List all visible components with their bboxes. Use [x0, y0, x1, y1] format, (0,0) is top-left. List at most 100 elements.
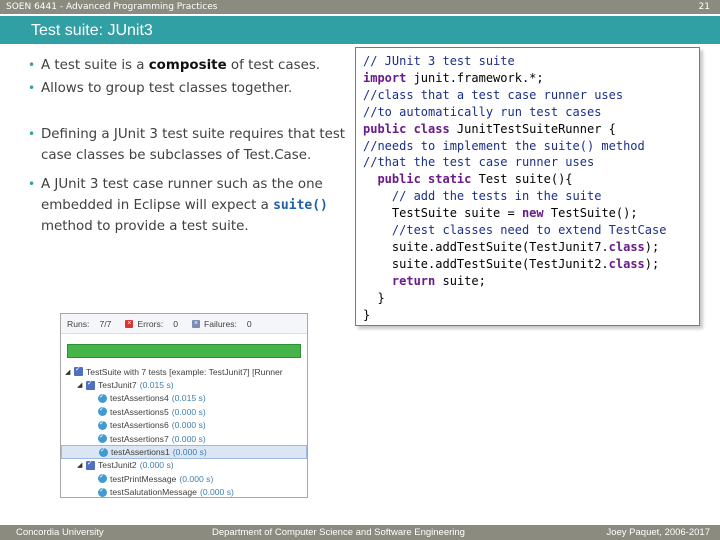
test-pass-icon: [98, 486, 107, 497]
test-duration: (0.000 s): [179, 473, 214, 484]
code-line: import junit.framework.*;: [363, 70, 699, 87]
test-pass-icon: [98, 419, 107, 430]
code-token: JunitTestSuiteRunner {: [449, 121, 616, 136]
composite-term: composite: [148, 58, 227, 73]
test-case-node[interactable]: testAssertions6(0.000 s): [61, 419, 307, 432]
code-token: new: [521, 206, 544, 221]
test-progress-bar: [67, 344, 301, 358]
code-line: }: [363, 307, 699, 324]
code-token: );: [644, 239, 660, 254]
test-name: testAssertions4: [110, 393, 169, 404]
test-case-node[interactable]: testAssertions5(0.000 s): [61, 405, 307, 418]
test-pass-icon: [98, 405, 107, 417]
slide-title: Test suite: JUnit3: [0, 16, 720, 44]
failure-icon: ×: [191, 319, 200, 328]
code-line: // add the tests in the suite: [363, 188, 699, 205]
code-line: TestSuite suite = new TestSuite();: [363, 205, 699, 222]
slide-number: 21: [698, 2, 710, 12]
test-suite-pass-icon: [74, 365, 83, 377]
test-suite-pass-icon: [86, 379, 95, 390]
code-token: //that the test case runner uses: [363, 155, 595, 170]
code-token: suite.addTestSuite(TestJunit7.: [391, 239, 609, 254]
code-token: //needs to implement the suite() method: [363, 138, 645, 153]
junit-stats-bar: Runs: 7/7 × Errors: 0 × Failures: 0: [61, 314, 307, 334]
expand-arrow-icon[interactable]: ◢: [77, 381, 84, 389]
test-case-node[interactable]: testAssertions1(0.000 s): [61, 445, 307, 459]
code-line: public static Test suite(){: [363, 171, 699, 188]
test-name: testAssertions7: [110, 433, 169, 444]
test-duration: (0.000 s): [172, 447, 207, 458]
code-token: class: [608, 256, 645, 271]
code-token: // JUnit 3 test suite: [363, 54, 515, 68]
junit-results-panel: Runs: 7/7 × Errors: 0 × Failures: 0 ◢Tes…: [60, 313, 308, 498]
error-icon: ×: [125, 319, 134, 328]
expand-arrow-icon[interactable]: ◢: [77, 461, 84, 469]
test-duration: (0.015 s): [139, 380, 174, 391]
code-token: }: [377, 290, 385, 305]
test-case-node[interactable]: testPrintMessage(0.000 s): [61, 472, 307, 485]
test-duration: (0.000 s): [171, 433, 206, 444]
code-token: //test classes need to extend TestCase: [391, 223, 667, 238]
test-name: testAssertions5: [110, 406, 169, 417]
course-title: SOEN 6441 - Advanced Programming Practic…: [6, 2, 218, 12]
failures-label: Failures:: [203, 318, 237, 329]
code-listing: // JUnit 3 test suite import junit.framew…: [355, 47, 700, 326]
test-case-node[interactable]: testAssertions4(0.015 s): [61, 392, 307, 405]
expand-arrow-icon[interactable]: ◢: [65, 368, 72, 376]
test-pass-icon: [98, 392, 107, 403]
failures-stat: × Failures: 0: [191, 318, 252, 329]
code-token: public static: [377, 172, 472, 187]
errors-label: Errors:: [137, 318, 164, 329]
test-case-node[interactable]: testSalutationMessage(0.000 s): [61, 486, 307, 499]
test-duration: (0.000 s): [171, 406, 206, 417]
errors-stat: × Errors: 0: [125, 319, 178, 329]
test-name: testSalutationMessage: [110, 487, 197, 498]
code-line: suite.addTestSuite(TestJunit7.class);: [363, 239, 699, 256]
test-suite-node[interactable]: ◢ TestJunit7(0.015 s): [61, 378, 307, 391]
code-token: //to automatically run test cases: [363, 104, 602, 119]
test-name: testPrintMessage: [110, 473, 177, 484]
code-token: import: [363, 70, 407, 85]
bullet-define-suite: Defining a JUnit 3 test suite requires t…: [28, 124, 346, 166]
code-line: suite.addTestSuite(TestJunit2.class);: [363, 256, 699, 273]
code-line: //to automatically run test cases: [363, 104, 699, 121]
test-name: TestSuite with 7 tests [example: TestJun…: [86, 366, 283, 377]
test-name: TestJunit2: [98, 460, 137, 471]
footer-university: Concordia University: [16, 527, 104, 538]
test-duration: (0.000 s): [199, 487, 234, 498]
suite-method-code: suite(): [273, 198, 328, 213]
bullet-composite: A test suite is a composite of test case…: [28, 55, 346, 76]
errors-value: 0: [173, 318, 178, 329]
code-token: class: [608, 239, 645, 254]
code-line: // JUnit 3 test suite: [363, 53, 699, 70]
code-token: suite;: [435, 273, 486, 288]
test-duration: (0.000 s): [139, 460, 174, 471]
test-case-node[interactable]: testAssertions7(0.000 s): [61, 432, 307, 445]
test-suite-node[interactable]: ◢ TestSuite with 7 tests [example: TestJu…: [61, 365, 307, 378]
code-token: Test suite(){: [471, 172, 573, 187]
code-token: public class: [363, 121, 450, 136]
code-line: //test classes need to extend TestCase: [363, 222, 699, 239]
runs-label: Runs:: [67, 318, 90, 329]
runs-value: 7/7: [99, 318, 112, 329]
test-tree: ◢TestSuite with 7 tests [example: TestJu…: [61, 365, 307, 499]
slide-header-bar: SOEN 6441 - Advanced Programming Practic…: [0, 0, 720, 14]
footer-author: Joey Paquet, 2006-2017: [606, 527, 710, 538]
test-duration: (0.000 s): [171, 420, 206, 431]
code-token: junit.framework.*;: [406, 70, 544, 85]
test-suite-node[interactable]: ◢ TestJunit2(0.000 s): [61, 459, 307, 472]
test-suite-pass-icon: [86, 459, 95, 470]
test-name: TestJunit7: [98, 380, 137, 391]
bullet-list: A test suite is a composite of test case…: [28, 55, 346, 239]
code-line: public class JunitTestSuiteRunner {: [363, 121, 699, 138]
code-line: //that the test case runner uses: [363, 154, 699, 171]
runs-stat: Runs: 7/7: [67, 319, 111, 329]
code-line: //needs to implement the suite() method: [363, 138, 699, 155]
code-token: //class that a test case runner uses: [363, 87, 624, 102]
code-token: suite.addTestSuite(TestJunit2.: [391, 256, 609, 271]
failures-value: 0: [246, 318, 252, 329]
code-line: return suite;: [363, 273, 699, 290]
test-name: testAssertions6: [110, 420, 169, 431]
bullet-test-runner: A JUnit 3 test case runner such as the o…: [28, 174, 346, 237]
bullet-group-classes: Allows to group test classes together.: [28, 78, 346, 99]
